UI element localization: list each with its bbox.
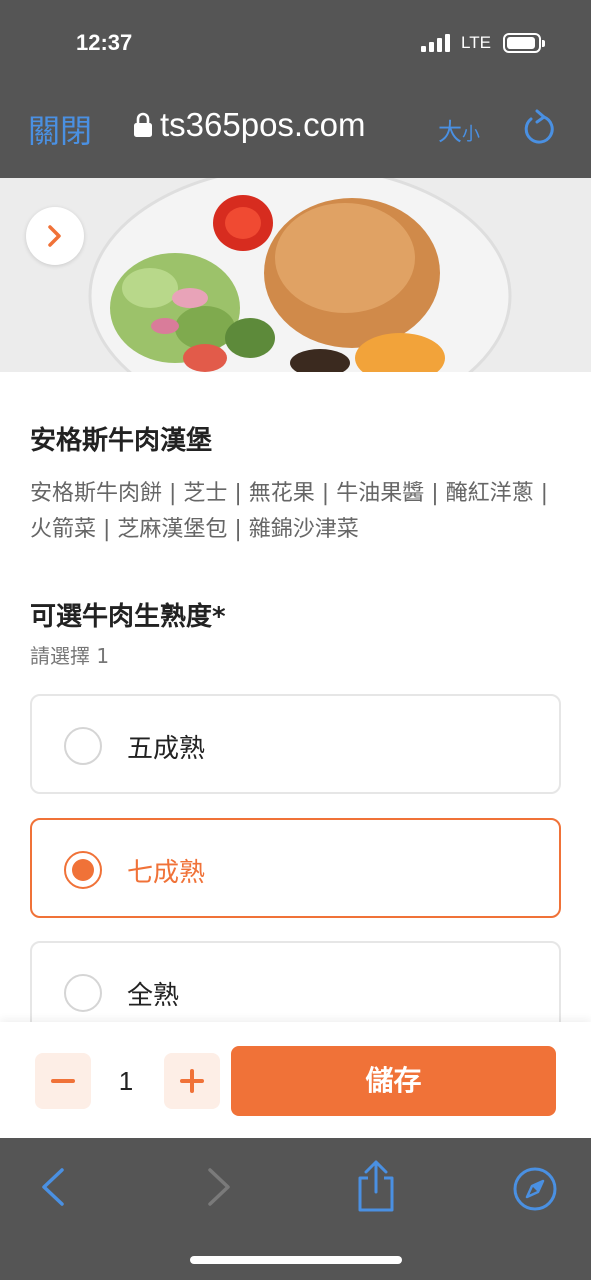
text-size-button[interactable]: 大小 [438, 112, 480, 147]
quantity-value: 1 [118, 1066, 134, 1096]
lock-icon [134, 112, 152, 137]
text-size-large-label: 大 [438, 118, 462, 146]
url-field[interactable]: ts365pos.com [160, 106, 365, 144]
chevron-right-icon [48, 225, 61, 247]
option-group-hint: 請選擇 1 [30, 644, 110, 668]
close-button[interactable]: 關閉 [28, 106, 92, 152]
item-title: 安格斯牛肉漢堡 [30, 426, 213, 456]
forward-icon[interactable] [204, 1166, 234, 1208]
home-indicator [190, 1256, 402, 1264]
item-description: 安格斯牛肉餅 | 芝士 | 無花果 | 牛油果醬 | 醃紅洋蔥 | 火箭菜 | … [30, 481, 549, 542]
compass-icon[interactable] [512, 1166, 558, 1212]
text-size-small-label: 小 [462, 124, 480, 145]
decrease-quantity-button[interactable] [35, 1053, 91, 1109]
network-label: LTE [461, 33, 491, 52]
status-time: 12:37 [76, 30, 133, 55]
option-medium[interactable]: 五成熟 [30, 694, 561, 794]
option-group-title: 可選牛肉生熟度* [30, 602, 226, 632]
option-label: 全熟 [127, 981, 180, 1011]
product-image [0, 178, 591, 372]
option-label: 五成熟 [127, 734, 206, 764]
reload-icon[interactable] [522, 108, 556, 146]
radio-button[interactable] [64, 727, 102, 765]
radio-button-selected[interactable] [64, 851, 102, 889]
minus-icon [51, 1079, 75, 1083]
option-label: 七成熟 [127, 858, 206, 888]
save-button[interactable]: 儲存 [231, 1046, 556, 1116]
radio-button[interactable] [64, 974, 102, 1012]
battery-icon [503, 33, 545, 53]
increase-quantity-button[interactable] [164, 1053, 220, 1109]
back-icon[interactable] [38, 1166, 68, 1208]
browser-top-bar: 12:37 LTE 關閉 ts365pos.com 大小 [0, 0, 591, 178]
signal-icon [421, 34, 451, 52]
action-bar: 1 儲存 [0, 1022, 591, 1138]
option-medium-well[interactable]: 七成熟 [30, 818, 561, 918]
next-image-button[interactable] [26, 207, 84, 265]
share-icon[interactable] [354, 1158, 398, 1214]
